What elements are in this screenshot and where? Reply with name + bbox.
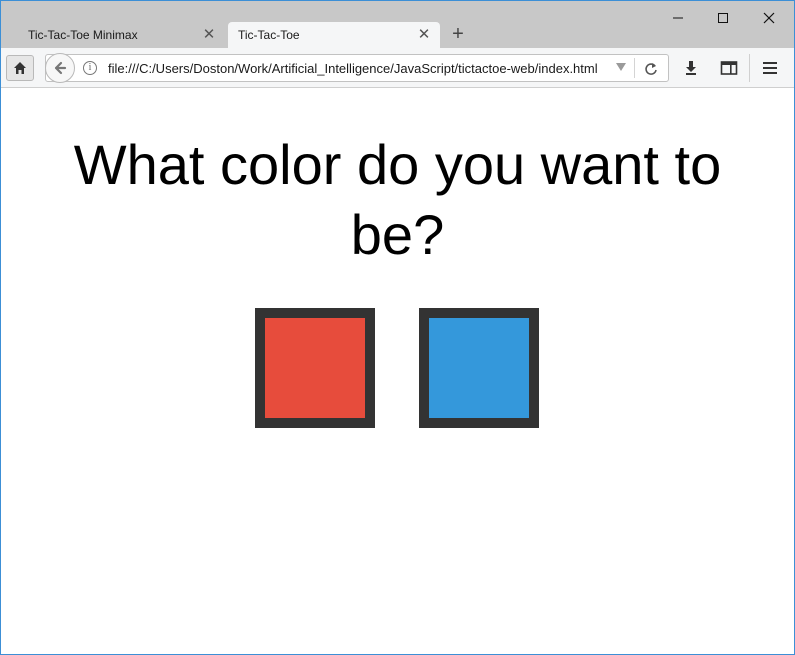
library-icon[interactable] [718,57,740,79]
info-icon[interactable]: i [83,61,97,75]
tab-label: Tic-Tac-Toe [238,28,300,42]
reload-icon[interactable] [642,60,660,78]
tab-label: Tic-Tac-Toe Minimax [28,28,138,42]
page-content: What color do you want to be? [1,88,794,654]
tab-close-icon[interactable]: ✕ [201,27,217,43]
dropdown-icon[interactable] [616,63,626,71]
tab-tic-tac-toe[interactable]: Tic-Tac-Toe ✕ [228,22,440,48]
red-color-option[interactable] [255,308,375,428]
navigation-bar: i file:///C:/Users/Doston/Work/Artificia… [1,48,794,88]
browser-window: Tic-Tac-Toe Minimax ✕ Tic-Tac-Toe ✕ + i … [0,0,795,655]
blue-color-option[interactable] [419,308,539,428]
menu-icon[interactable] [759,57,781,79]
tab-close-icon[interactable]: ✕ [416,27,432,43]
url-text[interactable]: file:///C:/Users/Doston/Work/Artificial_… [108,61,610,77]
new-tab-plus-icon[interactable]: + [448,23,468,45]
url-bar[interactable]: i file:///C:/Users/Doston/Work/Artificia… [45,53,669,83]
maximize-icon[interactable] [700,7,746,31]
download-icon[interactable] [680,57,702,79]
close-icon[interactable] [746,7,792,31]
minimize-icon[interactable] [655,7,701,31]
home-icon[interactable] [6,55,34,81]
color-question-heading: What color do you want to be? [73,133,722,266]
url-divider [634,58,635,78]
tab-tic-tac-toe-minimax[interactable]: Tic-Tac-Toe Minimax ✕ [11,22,225,48]
tab-strip: Tic-Tac-Toe Minimax ✕ Tic-Tac-Toe ✕ + [1,1,794,48]
back-icon[interactable] [45,53,75,83]
toolbar-divider [749,54,750,82]
